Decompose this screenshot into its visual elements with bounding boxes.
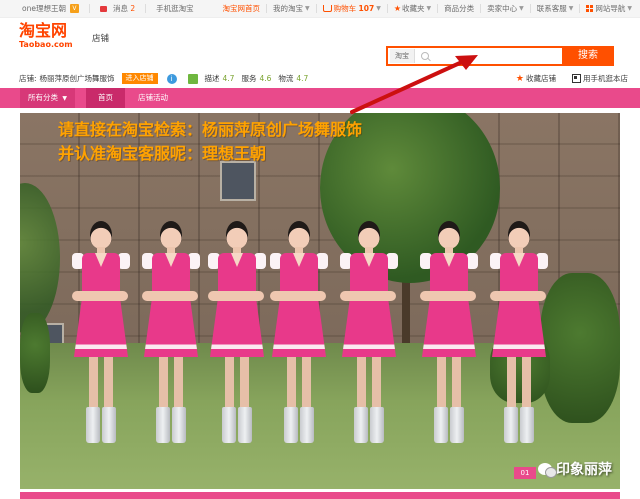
chevron-down-icon: ▼	[519, 5, 524, 12]
dancer-figure	[266, 221, 330, 461]
messages-link[interactable]: 消息 2	[113, 3, 135, 14]
shop-banner[interactable]: 请直接在淘宝检索：杨丽萍原创广场舞服饰 并认准淘宝客服呢：理想王朝 01 印象丽…	[20, 113, 620, 489]
chevron-down-icon: ▼	[376, 5, 381, 12]
search-scope-select[interactable]: 淘宝	[390, 49, 415, 63]
cart-label: 购物车	[333, 4, 357, 13]
star-icon: ★	[393, 4, 401, 13]
nav-all-categories-label: 所有分类	[28, 93, 58, 102]
banner-caption: 请直接在淘宝检索：杨丽萍原创广场舞服饰 并认准淘宝客服呢：理想王朝	[58, 118, 362, 166]
slide-page-indicator[interactable]: 01	[514, 467, 536, 479]
dancer-figure	[336, 221, 400, 461]
divider	[480, 4, 482, 13]
score-label-desc: 描述	[204, 74, 220, 83]
divider	[579, 4, 581, 13]
shop-info-bar: 店铺: 杨丽萍原创广场舞服饰 进入店铺 i 描述 4.7 服务 4.6 物流 4…	[0, 70, 640, 88]
dancer-figure	[486, 221, 550, 461]
bottom-pink-stripe	[20, 492, 620, 499]
taobao-home-link[interactable]: 淘宝网首页	[223, 3, 261, 14]
mobile-shop-button[interactable]: 用手机逛本店	[572, 73, 628, 84]
search-bar: 淘宝 搜索	[386, 46, 614, 66]
dancer-figure	[68, 221, 132, 461]
score-label-service: 服务	[241, 74, 257, 83]
logo-english: Taobao.com	[19, 40, 73, 49]
seller-center-link[interactable]: 卖家中心	[487, 3, 517, 14]
qr-code-icon	[572, 74, 581, 83]
nav-shop-activity[interactable]: 店铺活动	[130, 88, 176, 108]
banner-caption-line2: 并认准淘宝客服呢：理想王朝	[58, 144, 267, 163]
shop-name-link[interactable]: 杨丽萍原创广场舞服饰	[40, 73, 115, 84]
watermark: 印象丽萍	[538, 459, 612, 479]
favorite-shop-button[interactable]: ★ 收藏店铺	[516, 73, 556, 84]
shop-label: 店铺:	[19, 74, 37, 83]
my-taobao-link[interactable]: 我的淘宝	[273, 3, 303, 14]
score-value-logistics: 4.7	[296, 74, 309, 83]
categories-link[interactable]: 商品分类	[444, 3, 474, 14]
dancer-figure	[204, 221, 268, 461]
logo-chinese: 淘宝网	[19, 21, 68, 40]
favorite-shop-label: 收藏店铺	[526, 74, 556, 83]
divider	[88, 4, 90, 13]
favorites-link[interactable]: 收藏夹	[402, 3, 425, 14]
divider	[145, 4, 147, 13]
enter-shop-button[interactable]: 进入店铺	[121, 73, 158, 84]
site-top-bar: one理想王朝 V 消息 2 手机逛淘宝 淘宝网首页 我的淘宝 ▼ 购物车 10…	[0, 0, 640, 18]
chevron-down-icon: ▼	[62, 95, 68, 102]
chevron-down-icon: ▼	[305, 5, 310, 12]
info-icon[interactable]: i	[166, 73, 177, 84]
taobao-logo[interactable]: 淘宝网 Taobao.com	[19, 23, 73, 50]
nav-home[interactable]: 首页	[86, 88, 125, 108]
shrub	[540, 273, 620, 423]
cart-count: 107	[358, 4, 375, 13]
shrub	[20, 313, 50, 393]
score-label-logistics: 物流	[278, 74, 294, 83]
search-icon	[421, 52, 429, 60]
banner-caption-line1: 请直接在淘宝检索：杨丽萍原创广场舞服饰	[58, 120, 363, 139]
nav-all-categories[interactable]: 所有分类 ▼	[20, 88, 76, 108]
shop-type-label: 店铺	[92, 34, 110, 44]
message-icon	[99, 5, 107, 12]
mobile-taobao-link[interactable]: 手机逛淘宝	[156, 3, 194, 14]
search-input[interactable]	[433, 49, 562, 63]
search-button[interactable]: 搜索	[562, 46, 614, 66]
site-nav-link[interactable]: 网站导航	[595, 3, 625, 14]
chevron-down-icon: ▼	[568, 5, 574, 12]
grid-icon	[586, 5, 594, 12]
divider	[529, 4, 531, 13]
wechat-icon	[538, 463, 557, 478]
divider	[315, 4, 317, 13]
messages-label: 消息	[112, 4, 128, 13]
chevron-down-icon: ▼	[627, 5, 632, 12]
dancer-figure	[138, 221, 202, 461]
score-value-desc: 4.7	[222, 74, 235, 83]
star-icon: ★	[515, 73, 524, 84]
user-name-link[interactable]: one理想王朝	[22, 3, 66, 14]
chevron-down-icon: ▼	[426, 5, 432, 12]
messages-count: 2	[130, 4, 136, 13]
building-window	[220, 161, 256, 201]
watermark-text: 印象丽萍	[556, 462, 612, 478]
divider	[386, 4, 388, 13]
search-box: 淘宝	[386, 46, 562, 66]
divider	[266, 4, 268, 13]
divider	[437, 4, 439, 13]
score-value-service: 4.6	[259, 74, 272, 83]
contact-support-link[interactable]: 联系客服	[537, 3, 567, 14]
cart-link[interactable]: 购物车 107	[334, 3, 375, 14]
medal-icon	[187, 73, 198, 84]
dancer-figure	[416, 221, 480, 461]
cart-icon	[322, 5, 332, 12]
vip-badge-icon: V	[69, 4, 79, 13]
mobile-shop-label: 用手机逛本店	[583, 74, 628, 83]
shop-nav-bar: 所有分类 ▼ 首页 店铺活动	[0, 88, 640, 108]
